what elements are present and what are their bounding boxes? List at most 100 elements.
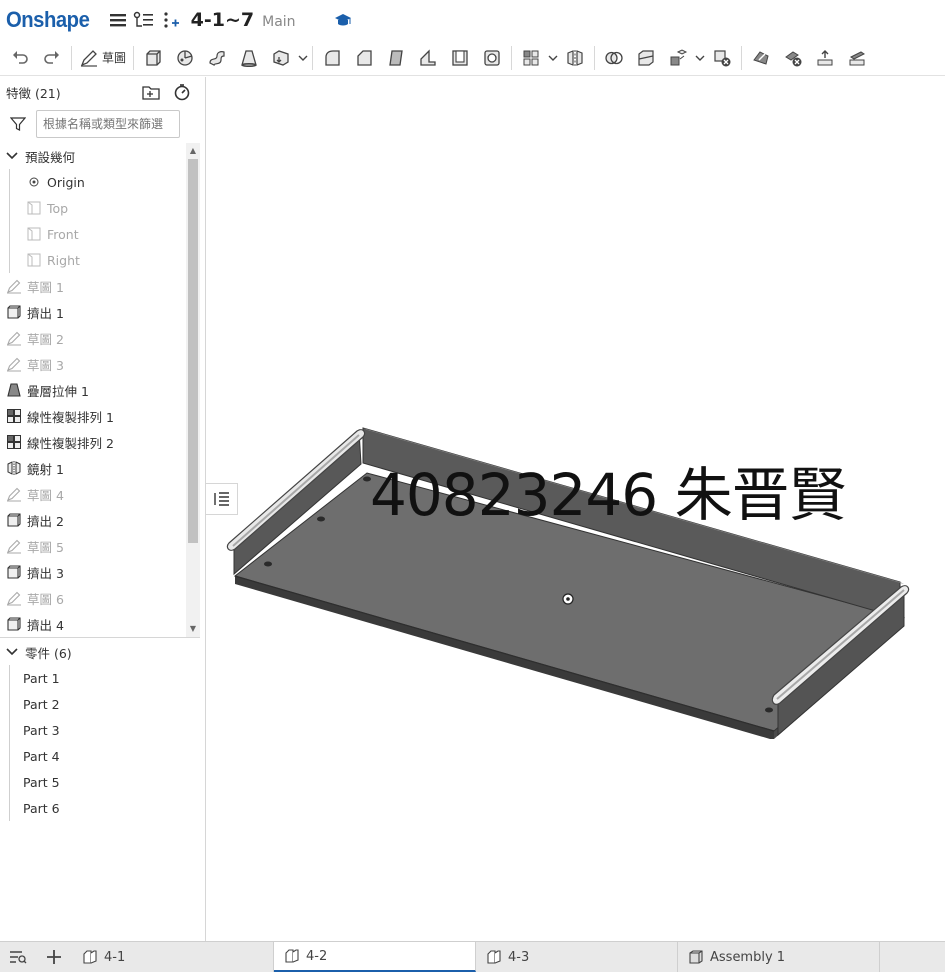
- menu-icon[interactable]: [105, 7, 131, 33]
- feature-item[interactable]: 疊層拉伸 1: [0, 377, 186, 403]
- scrollbar-thumb[interactable]: [188, 159, 198, 543]
- tab-label: 4-1: [104, 949, 126, 965]
- transform-icon[interactable]: [662, 43, 694, 73]
- feature-item[interactable]: 線性複製排列 1: [0, 403, 186, 429]
- feature-item[interactable]: 線性複製排列 2: [0, 429, 186, 455]
- feature-item[interactable]: 擠出 2: [0, 507, 186, 533]
- plane-item-top[interactable]: Top: [0, 195, 186, 221]
- feature-item[interactable]: 擠出 4: [0, 611, 186, 637]
- part-label: Part 4: [23, 748, 60, 764]
- feature-panel: 特徵 (21) 預設幾何 Origin Top Front Right 草圖 1 擠出…: [0, 77, 206, 941]
- shell-icon[interactable]: [444, 43, 476, 73]
- part-item[interactable]: Part 4: [0, 743, 200, 769]
- chevron-down-icon[interactable]: [4, 644, 20, 660]
- part-item[interactable]: Part 5: [0, 769, 200, 795]
- revolve-icon[interactable]: [169, 43, 201, 73]
- feature-count-label: 特徵 (21): [6, 85, 61, 101]
- extrude-icon: [6, 564, 22, 580]
- feature-filter-input[interactable]: [36, 110, 180, 138]
- sketch-icon: [6, 486, 22, 502]
- feature-item[interactable]: 擠出 1: [0, 299, 186, 325]
- toggle-panel-button[interactable]: [206, 483, 238, 515]
- modify-fillet-icon[interactable]: [745, 43, 777, 73]
- branch-label[interactable]: Main: [262, 14, 295, 30]
- delete-face-icon[interactable]: [777, 43, 809, 73]
- chevron-down-icon[interactable]: [297, 43, 309, 73]
- part-item[interactable]: Part 1: [0, 665, 200, 691]
- insert-icon[interactable]: [157, 7, 183, 33]
- part-item[interactable]: Part 6: [0, 795, 200, 821]
- onshape-logo[interactable]: Onshape: [6, 7, 90, 33]
- linear-pattern-icon[interactable]: [515, 43, 547, 73]
- feature-label: 草圖 4: [27, 487, 64, 503]
- feature-item[interactable]: 草圖 3: [0, 351, 186, 377]
- chevron-down-icon[interactable]: [694, 43, 706, 73]
- replace-face-icon[interactable]: [841, 43, 873, 73]
- tab-assembly-1[interactable]: Assembly 1: [678, 942, 880, 972]
- rib-icon[interactable]: [412, 43, 444, 73]
- feature-label: 草圖 6: [27, 591, 64, 607]
- plane-label: Right: [47, 252, 80, 268]
- filter-icon[interactable]: [10, 116, 26, 132]
- rollback-timer-icon[interactable]: [173, 83, 191, 101]
- feature-item[interactable]: 草圖 6: [0, 585, 186, 611]
- loft-icon[interactable]: [233, 43, 265, 73]
- boolean-icon[interactable]: [598, 43, 630, 73]
- scroll-down-icon[interactable]: ▼: [188, 624, 198, 634]
- default-geometry-group[interactable]: 預設幾何: [0, 143, 186, 169]
- list-icon: [213, 492, 229, 506]
- feature-item[interactable]: 草圖 4: [0, 481, 186, 507]
- part-item[interactable]: Part 2: [0, 691, 200, 717]
- parts-list: 零件 (6) Part 1 Part 2 Part 3 Part 4 Part 5 Par…: [0, 639, 200, 821]
- feature-list-scrollbar[interactable]: ▲ ▼: [186, 143, 200, 637]
- redo-icon[interactable]: [36, 43, 68, 73]
- feature-list-icon[interactable]: [131, 7, 157, 33]
- feature-item[interactable]: 鏡射 1: [0, 455, 186, 481]
- sketch-button[interactable]: 草圖: [75, 43, 130, 73]
- feature-item[interactable]: 草圖 2: [0, 325, 186, 351]
- part-item[interactable]: Part 3: [0, 717, 200, 743]
- split-icon[interactable]: [630, 43, 662, 73]
- delete-part-icon[interactable]: [706, 43, 738, 73]
- origin-icon: [26, 174, 42, 190]
- part-label: Part 2: [23, 696, 60, 712]
- tab-label: Assembly 1: [710, 949, 786, 965]
- hole-icon[interactable]: [476, 43, 508, 73]
- plane-icon: [26, 252, 42, 268]
- fillet-icon[interactable]: [316, 43, 348, 73]
- chevron-down-icon[interactable]: [547, 43, 559, 73]
- draft-icon[interactable]: [380, 43, 412, 73]
- mirror-icon[interactable]: [559, 43, 591, 73]
- feature-item[interactable]: 擠出 3: [0, 559, 186, 585]
- thicken-icon[interactable]: [265, 43, 297, 73]
- chevron-down-icon[interactable]: [4, 148, 20, 164]
- mirror-icon: [6, 460, 22, 476]
- feature-label: 線性複製排列 1: [27, 409, 114, 425]
- sketch-icon: [6, 278, 22, 294]
- feature-item[interactable]: 草圖 1: [0, 273, 186, 299]
- plane-label: Front: [47, 226, 79, 242]
- toolbar-divider: [741, 45, 743, 70]
- scroll-up-icon[interactable]: ▲: [188, 146, 198, 156]
- parts-group[interactable]: 零件 (6): [0, 639, 200, 665]
- sweep-icon[interactable]: [201, 43, 233, 73]
- learning-center-icon[interactable]: [330, 7, 356, 33]
- move-face-icon[interactable]: [809, 43, 841, 73]
- document-title[interactable]: 4-1~7: [191, 9, 254, 31]
- add-tab-icon[interactable]: [36, 942, 72, 972]
- extrude-icon: [6, 512, 22, 528]
- feature-item[interactable]: 草圖 5: [0, 533, 186, 559]
- origin-item[interactable]: Origin: [0, 169, 186, 195]
- part-studio-icon: [284, 948, 300, 964]
- extrude-icon[interactable]: [137, 43, 169, 73]
- feature-label: 擠出 4: [27, 617, 64, 633]
- add-folder-icon[interactable]: [141, 83, 161, 101]
- chamfer-icon[interactable]: [348, 43, 380, 73]
- undo-icon[interactable]: [4, 43, 36, 73]
- plane-item-right[interactable]: Right: [0, 247, 186, 273]
- tab-4-1[interactable]: 4-1: [72, 942, 274, 972]
- plane-item-front[interactable]: Front: [0, 221, 186, 247]
- tab-4-3[interactable]: 4-3: [476, 942, 678, 972]
- tab-4-2[interactable]: 4-2: [274, 942, 476, 972]
- tab-manager-icon[interactable]: [0, 942, 36, 972]
